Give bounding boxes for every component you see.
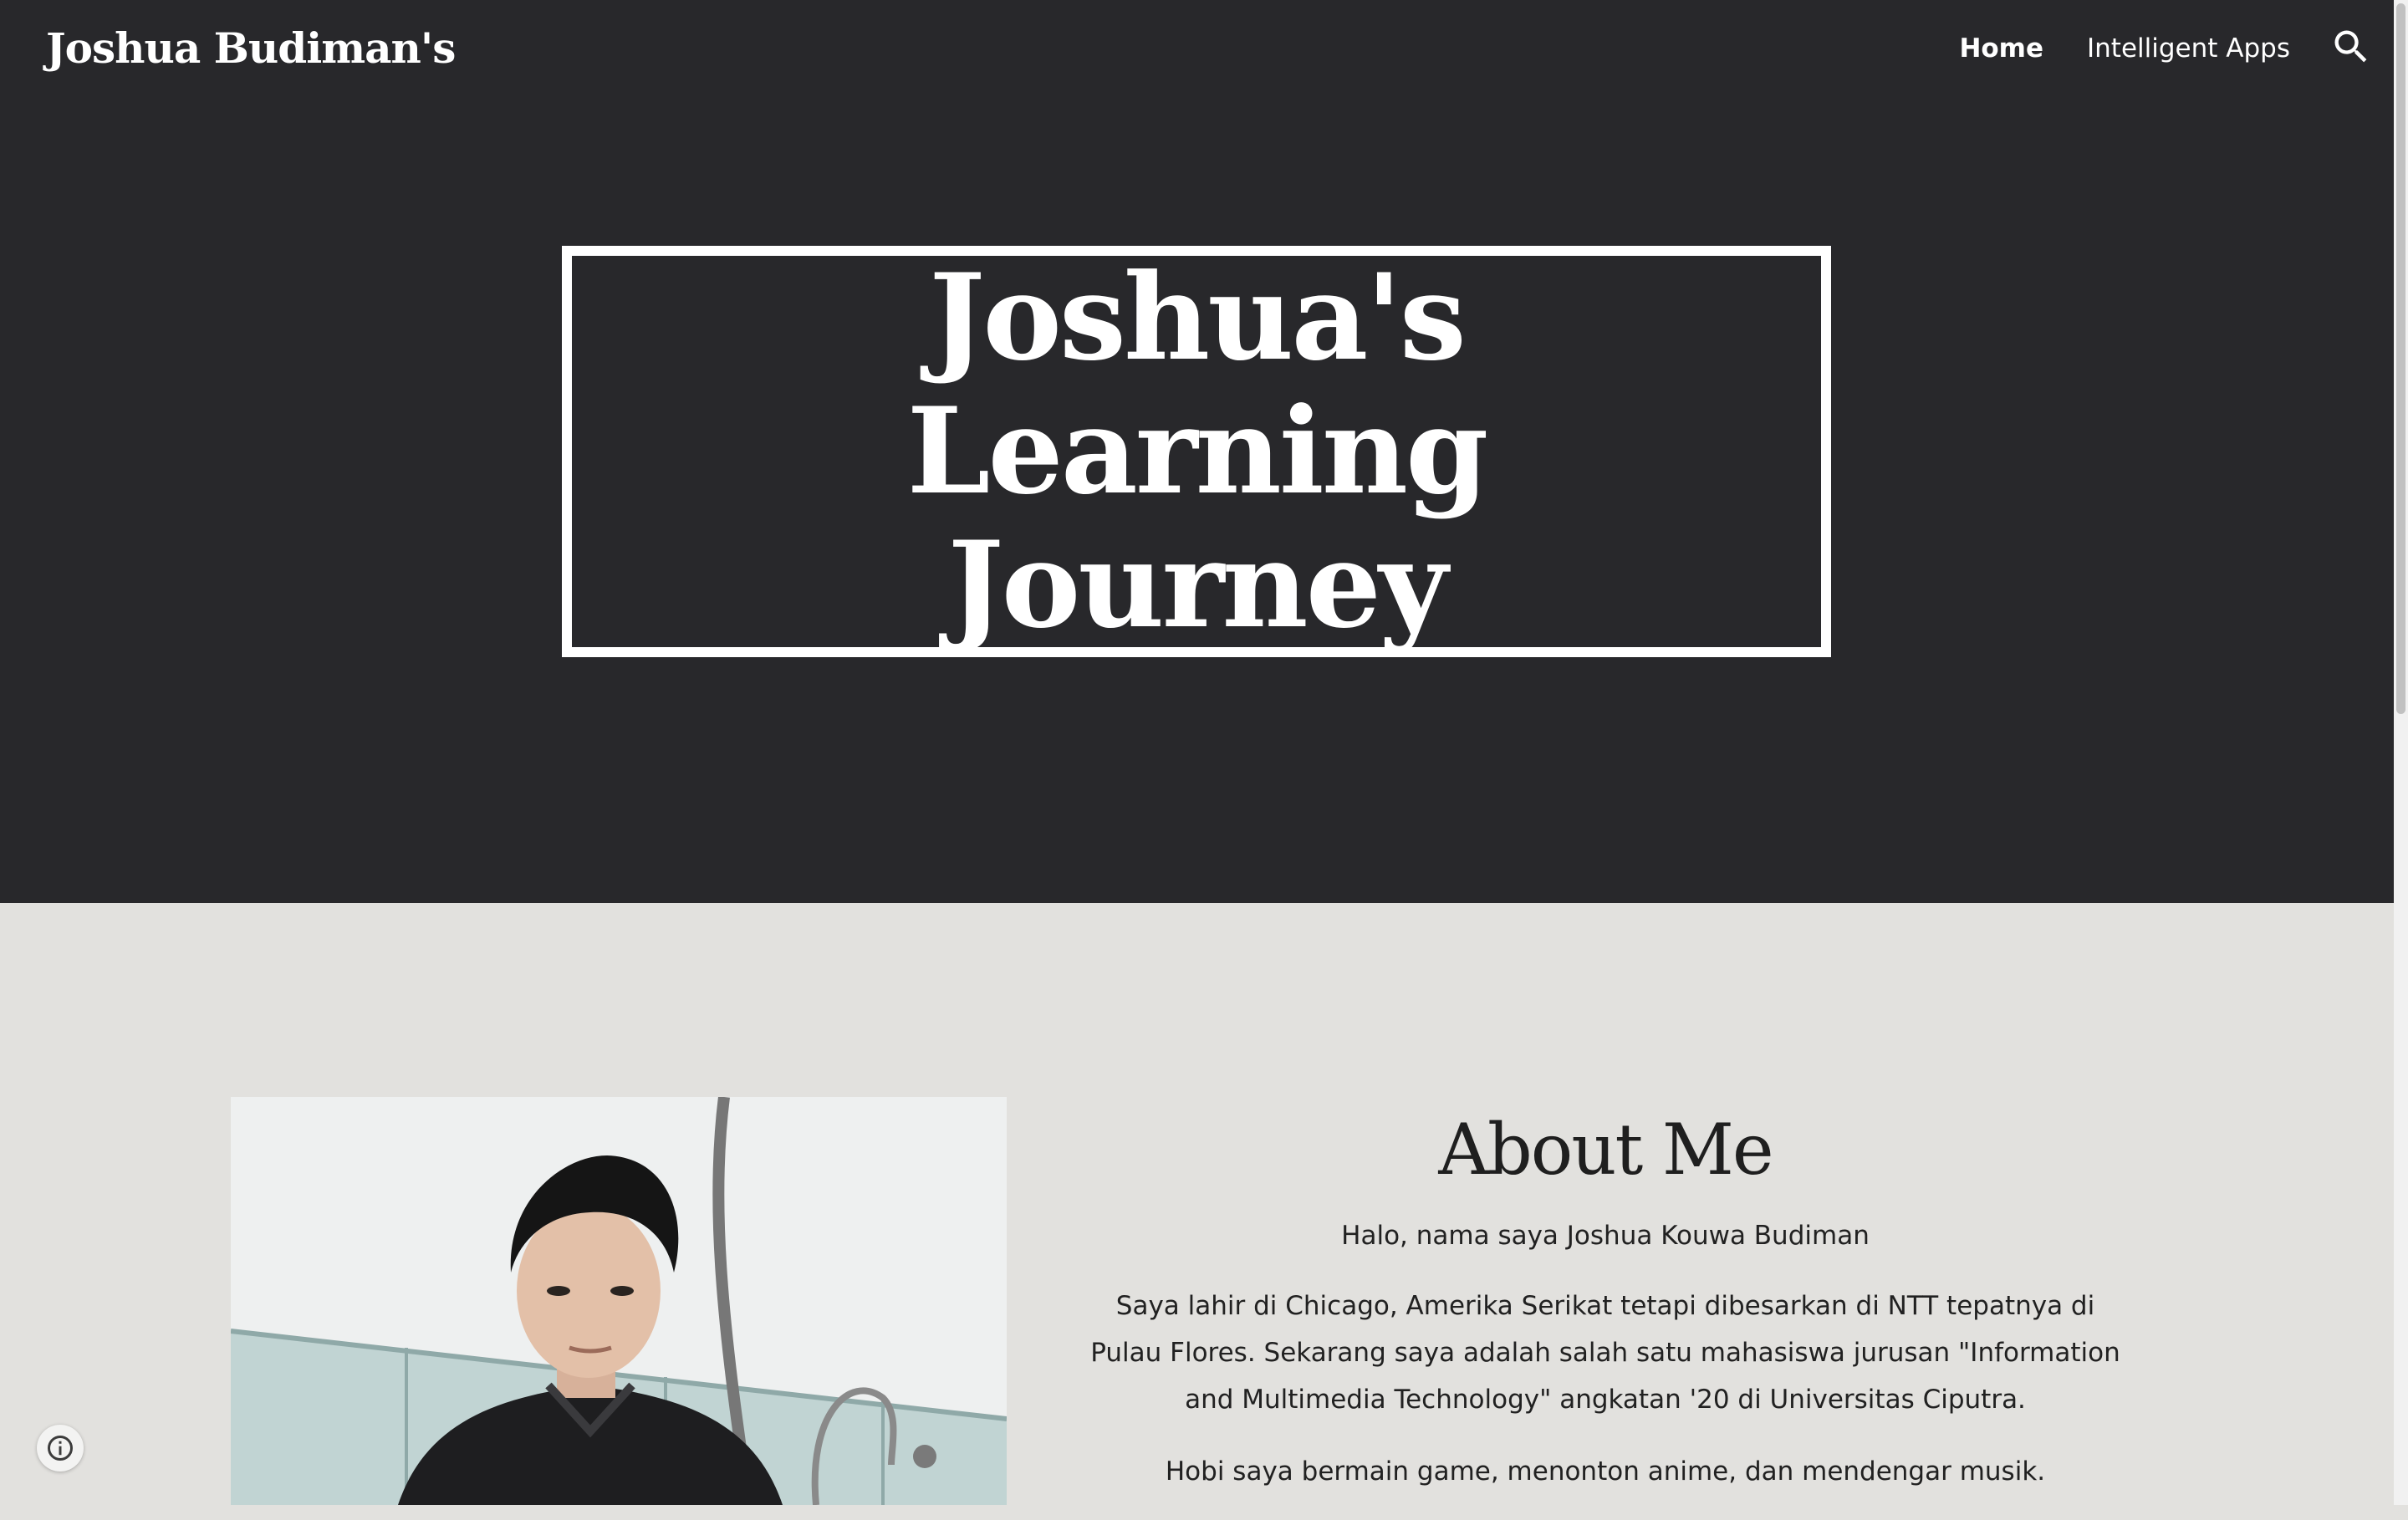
profile-photo-drawing: [231, 1097, 1007, 1505]
scrollbar-thumb[interactable]: [2396, 3, 2405, 714]
hero-section: Joshua Budiman's Home Intelligent Apps J…: [0, 0, 2394, 903]
about-section: About Me Halo, nama saya Joshua Kouwa Bu…: [1087, 1104, 2124, 1520]
about-intro: Halo, nama saya Joshua Kouwa Budiman: [1341, 1221, 1870, 1251]
hero-title: Joshua's Learning Journey: [906, 248, 1489, 655]
site-title[interactable]: Joshua Budiman's: [46, 18, 456, 79]
info-icon: [48, 1436, 73, 1461]
nav-item-intelligent-apps[interactable]: Intelligent Apps: [2087, 25, 2290, 72]
search-button[interactable]: [2329, 25, 2373, 69]
hero-title-box: Joshua's Learning Journey: [562, 246, 1831, 657]
about-bio: Saya lahir di Chicago, Amerika Serikat t…: [1090, 1291, 2120, 1415]
search-icon: [2334, 30, 2367, 63]
site-info-button[interactable]: [37, 1425, 84, 1472]
top-nav: Home Intelligent Apps: [1959, 25, 2290, 72]
about-hobbies: Hobi saya bermain game, menonton anime, …: [1165, 1456, 2046, 1487]
profile-photo: [231, 1097, 1007, 1505]
nav-item-home[interactable]: Home: [1959, 25, 2043, 72]
about-heading: About Me: [1438, 1109, 1773, 1191]
